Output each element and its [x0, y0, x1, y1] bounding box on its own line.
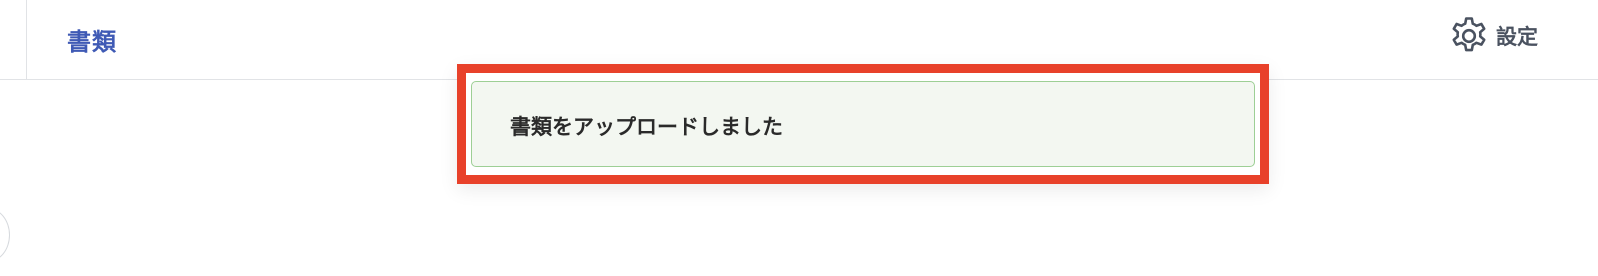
gear-icon	[1448, 15, 1490, 57]
success-toast: 書類をアップロードしました	[471, 81, 1255, 167]
header-divider	[26, 0, 27, 80]
settings-label: 設定	[1496, 25, 1538, 49]
settings-button[interactable]: 設定	[1448, 15, 1538, 57]
page-title: 書類	[67, 28, 117, 56]
toast-message: 書類をアップロードしました	[510, 115, 783, 139]
notification-highlight: 書類をアップロードしました	[457, 64, 1269, 184]
app-page: 書類 設定 書類をアップロードしました	[0, 0, 1598, 276]
sidebar-toggle-handle[interactable]	[0, 208, 10, 262]
